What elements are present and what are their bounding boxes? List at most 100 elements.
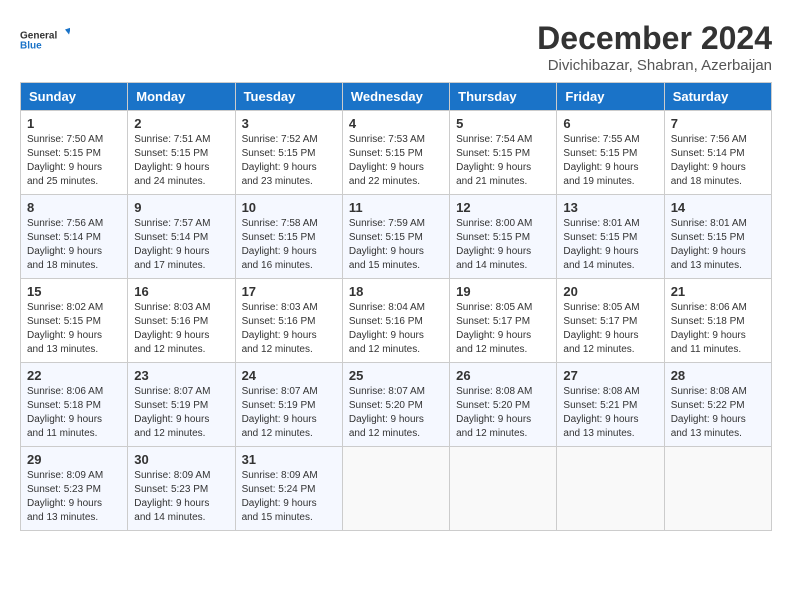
sunset-text: Sunset: 5:16 PM (134, 316, 208, 327)
sunrise-text: Sunrise: 8:02 AM (27, 302, 103, 313)
daylight-text: Daylight: 9 hours and 12 minutes. (456, 330, 531, 355)
daylight-text: Daylight: 9 hours and 25 minutes. (27, 162, 102, 187)
sunset-text: Sunset: 5:15 PM (134, 148, 208, 159)
calendar-cell: 1 Sunrise: 7:50 AM Sunset: 5:15 PM Dayli… (21, 111, 128, 195)
sunset-text: Sunset: 5:22 PM (671, 400, 745, 411)
daylight-text: Daylight: 9 hours and 14 minutes. (456, 246, 531, 271)
calendar-cell: 30 Sunrise: 8:09 AM Sunset: 5:23 PM Dayl… (128, 447, 235, 531)
day-info: Sunrise: 7:59 AM Sunset: 5:15 PM Dayligh… (349, 217, 443, 273)
calendar-cell (342, 447, 449, 531)
sunrise-text: Sunrise: 7:53 AM (349, 134, 425, 145)
week-row-2: 8 Sunrise: 7:56 AM Sunset: 5:14 PM Dayli… (21, 195, 772, 279)
day-info: Sunrise: 7:53 AM Sunset: 5:15 PM Dayligh… (349, 133, 443, 189)
sunrise-text: Sunrise: 7:59 AM (349, 218, 425, 229)
day-info: Sunrise: 8:07 AM Sunset: 5:19 PM Dayligh… (134, 385, 228, 441)
sunrise-text: Sunrise: 8:06 AM (671, 302, 747, 313)
day-number: 12 (456, 200, 550, 215)
sunset-text: Sunset: 5:15 PM (242, 232, 316, 243)
daylight-text: Daylight: 9 hours and 21 minutes. (456, 162, 531, 187)
day-number: 2 (134, 116, 228, 131)
sunset-text: Sunset: 5:18 PM (27, 400, 101, 411)
daylight-text: Daylight: 9 hours and 11 minutes. (671, 330, 746, 355)
sunrise-text: Sunrise: 8:03 AM (134, 302, 210, 313)
calendar-cell: 6 Sunrise: 7:55 AM Sunset: 5:15 PM Dayli… (557, 111, 664, 195)
day-number: 9 (134, 200, 228, 215)
daylight-text: Daylight: 9 hours and 12 minutes. (349, 330, 424, 355)
calendar-cell: 7 Sunrise: 7:56 AM Sunset: 5:14 PM Dayli… (664, 111, 771, 195)
calendar-cell: 3 Sunrise: 7:52 AM Sunset: 5:15 PM Dayli… (235, 111, 342, 195)
logo-svg: General Blue (20, 20, 70, 60)
daylight-text: Daylight: 9 hours and 12 minutes. (456, 414, 531, 439)
daylight-text: Daylight: 9 hours and 11 minutes. (27, 414, 102, 439)
sunset-text: Sunset: 5:15 PM (456, 148, 530, 159)
sunrise-text: Sunrise: 8:01 AM (563, 218, 639, 229)
sunset-text: Sunset: 5:20 PM (456, 400, 530, 411)
calendar-cell: 11 Sunrise: 7:59 AM Sunset: 5:15 PM Dayl… (342, 195, 449, 279)
calendar-cell (450, 447, 557, 531)
day-number: 1 (27, 116, 121, 131)
sunset-text: Sunset: 5:15 PM (27, 316, 101, 327)
header-tuesday: Tuesday (235, 83, 342, 111)
day-info: Sunrise: 7:54 AM Sunset: 5:15 PM Dayligh… (456, 133, 550, 189)
week-row-3: 15 Sunrise: 8:02 AM Sunset: 5:15 PM Dayl… (21, 279, 772, 363)
daylight-text: Daylight: 9 hours and 14 minutes. (134, 498, 209, 523)
daylight-text: Daylight: 9 hours and 14 minutes. (563, 246, 638, 271)
day-number: 30 (134, 452, 228, 467)
day-number: 17 (242, 284, 336, 299)
day-number: 14 (671, 200, 765, 215)
sunset-text: Sunset: 5:15 PM (349, 232, 423, 243)
calendar-cell: 17 Sunrise: 8:03 AM Sunset: 5:16 PM Dayl… (235, 279, 342, 363)
daylight-text: Daylight: 9 hours and 13 minutes. (671, 414, 746, 439)
sunset-text: Sunset: 5:16 PM (242, 316, 316, 327)
daylight-text: Daylight: 9 hours and 13 minutes. (671, 246, 746, 271)
svg-text:Blue: Blue (20, 41, 42, 52)
sunrise-text: Sunrise: 8:07 AM (349, 386, 425, 397)
sunset-text: Sunset: 5:19 PM (134, 400, 208, 411)
day-number: 29 (27, 452, 121, 467)
calendar-cell: 20 Sunrise: 8:05 AM Sunset: 5:17 PM Dayl… (557, 279, 664, 363)
calendar-cell: 9 Sunrise: 7:57 AM Sunset: 5:14 PM Dayli… (128, 195, 235, 279)
header-wednesday: Wednesday (342, 83, 449, 111)
daylight-text: Daylight: 9 hours and 13 minutes. (27, 498, 102, 523)
header-friday: Friday (557, 83, 664, 111)
sunrise-text: Sunrise: 8:09 AM (27, 470, 103, 481)
day-info: Sunrise: 8:03 AM Sunset: 5:16 PM Dayligh… (242, 301, 336, 357)
day-number: 10 (242, 200, 336, 215)
sunset-text: Sunset: 5:17 PM (563, 316, 637, 327)
calendar-cell: 26 Sunrise: 8:08 AM Sunset: 5:20 PM Dayl… (450, 363, 557, 447)
header: General Blue December 2024 Divichibazar,… (20, 20, 772, 74)
day-number: 26 (456, 368, 550, 383)
day-info: Sunrise: 8:09 AM Sunset: 5:23 PM Dayligh… (134, 469, 228, 525)
sunrise-text: Sunrise: 7:52 AM (242, 134, 318, 145)
day-info: Sunrise: 7:50 AM Sunset: 5:15 PM Dayligh… (27, 133, 121, 189)
calendar-cell: 21 Sunrise: 8:06 AM Sunset: 5:18 PM Dayl… (664, 279, 771, 363)
daylight-text: Daylight: 9 hours and 12 minutes. (242, 414, 317, 439)
weekday-header-row: Sunday Monday Tuesday Wednesday Thursday… (21, 83, 772, 111)
header-sunday: Sunday (21, 83, 128, 111)
day-info: Sunrise: 7:56 AM Sunset: 5:14 PM Dayligh… (27, 217, 121, 273)
logo: General Blue (20, 20, 70, 60)
calendar-cell: 8 Sunrise: 7:56 AM Sunset: 5:14 PM Dayli… (21, 195, 128, 279)
header-monday: Monday (128, 83, 235, 111)
day-info: Sunrise: 7:58 AM Sunset: 5:15 PM Dayligh… (242, 217, 336, 273)
week-row-1: 1 Sunrise: 7:50 AM Sunset: 5:15 PM Dayli… (21, 111, 772, 195)
daylight-text: Daylight: 9 hours and 22 minutes. (349, 162, 424, 187)
daylight-text: Daylight: 9 hours and 18 minutes. (27, 246, 102, 271)
week-row-4: 22 Sunrise: 8:06 AM Sunset: 5:18 PM Dayl… (21, 363, 772, 447)
sunrise-text: Sunrise: 8:09 AM (134, 470, 210, 481)
sunrise-text: Sunrise: 8:00 AM (456, 218, 532, 229)
day-number: 31 (242, 452, 336, 467)
day-info: Sunrise: 7:56 AM Sunset: 5:14 PM Dayligh… (671, 133, 765, 189)
sunrise-text: Sunrise: 8:08 AM (563, 386, 639, 397)
day-info: Sunrise: 8:06 AM Sunset: 5:18 PM Dayligh… (671, 301, 765, 357)
daylight-text: Daylight: 9 hours and 13 minutes. (27, 330, 102, 355)
location-subtitle: Divichibazar, Shabran, Azerbaijan (537, 57, 772, 74)
sunrise-text: Sunrise: 7:58 AM (242, 218, 318, 229)
calendar-cell: 19 Sunrise: 8:05 AM Sunset: 5:17 PM Dayl… (450, 279, 557, 363)
sunrise-text: Sunrise: 8:09 AM (242, 470, 318, 481)
calendar-cell: 2 Sunrise: 7:51 AM Sunset: 5:15 PM Dayli… (128, 111, 235, 195)
sunset-text: Sunset: 5:21 PM (563, 400, 637, 411)
sunset-text: Sunset: 5:18 PM (671, 316, 745, 327)
daylight-text: Daylight: 9 hours and 18 minutes. (671, 162, 746, 187)
calendar-cell: 12 Sunrise: 8:00 AM Sunset: 5:15 PM Dayl… (450, 195, 557, 279)
